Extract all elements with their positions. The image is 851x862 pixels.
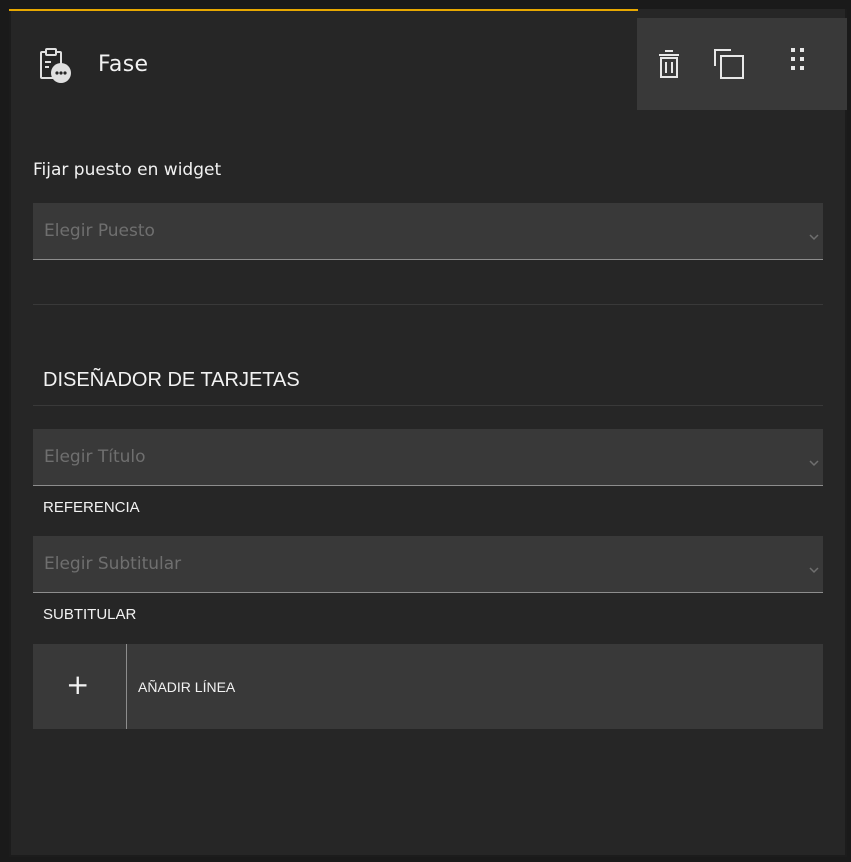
widget-title: Fase [98,52,149,77]
subtitle-caption: SUBTITULAR [43,606,137,623]
card-designer-title: DISEÑADOR DE TARJETAS [43,369,300,391]
add-line-label: AÑADIR LÍNEA [138,679,236,695]
title-caption: REFERENCIA [43,499,140,516]
fix-post-label: Fijar puesto en widget [33,160,222,180]
widget-toolbar [637,18,847,110]
subtitle-select-placeholder: Elegir Subtitular [44,554,182,574]
card-designer-divider [33,405,823,406]
clipboard-chat-icon [37,46,77,86]
plus-icon: + [66,668,90,701]
title-select[interactable]: Elegir Título [33,429,823,486]
copy-icon[interactable] [711,46,747,82]
section-divider [33,304,823,305]
chevron-down-icon [809,227,819,241]
title-select-placeholder: Elegir Título [44,447,146,467]
chevron-down-icon [809,560,819,574]
chevron-down-icon [809,453,819,467]
drag-handle-icon[interactable] [783,46,819,82]
subtitle-select[interactable]: Elegir Subtitular [33,536,823,593]
post-select[interactable]: Elegir Puesto [33,203,823,260]
add-line-button[interactable]: + AÑADIR LÍNEA [33,644,823,729]
trash-icon[interactable] [651,46,687,82]
add-line-plus[interactable]: + [33,644,127,729]
post-select-placeholder: Elegir Puesto [44,221,155,241]
accent-line [9,9,638,11]
